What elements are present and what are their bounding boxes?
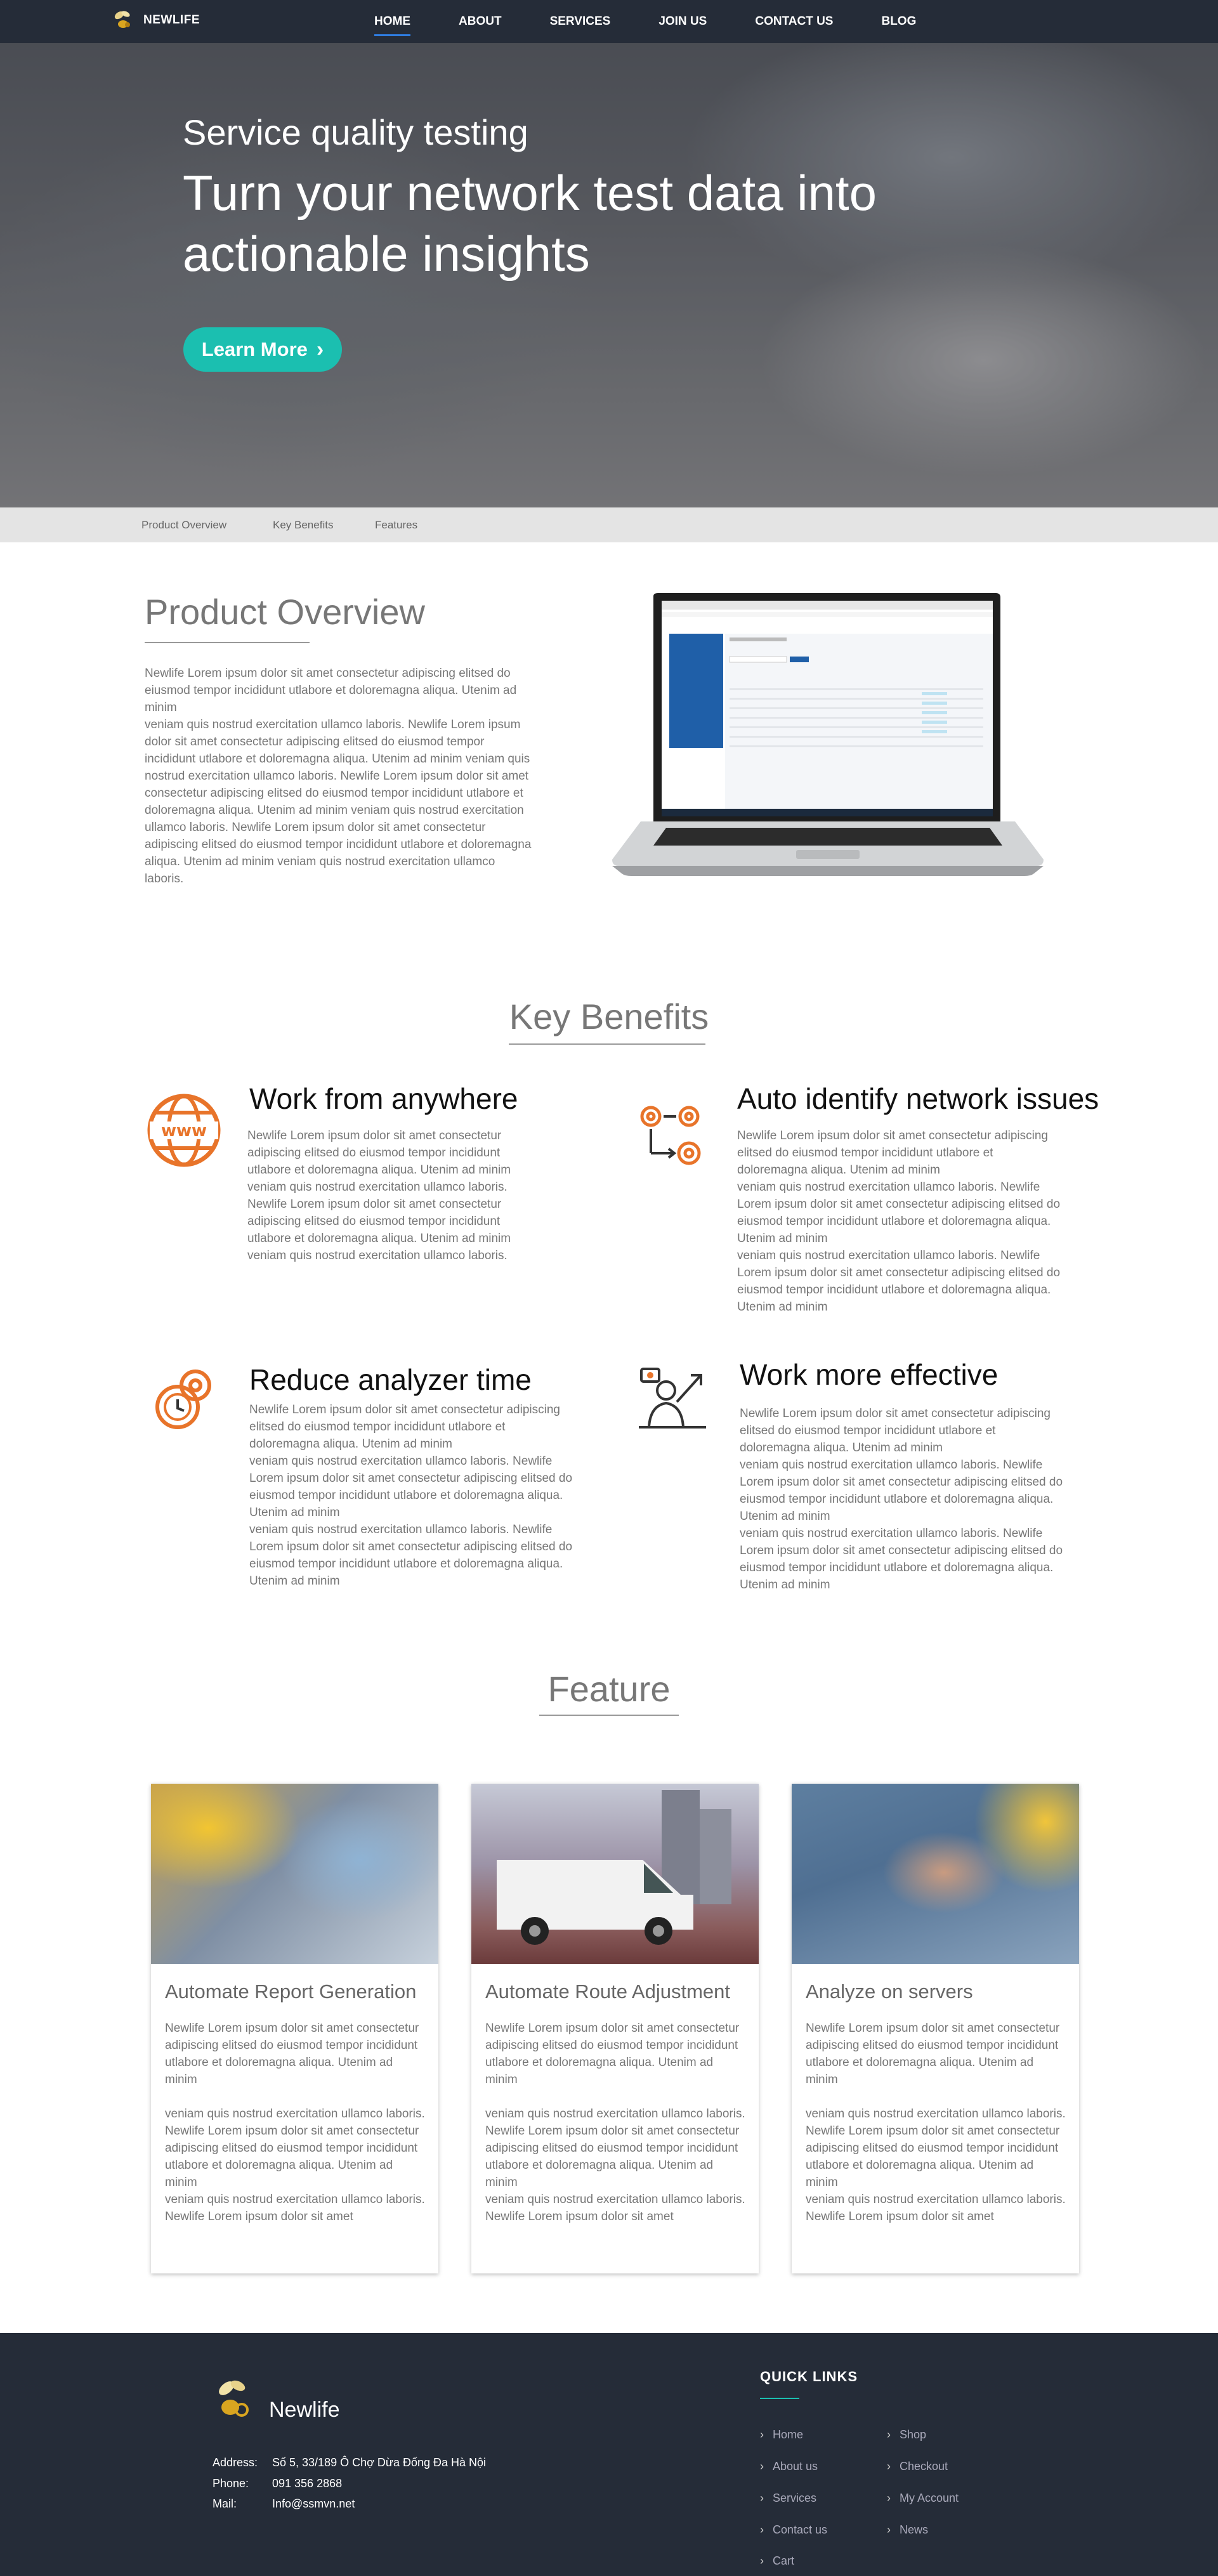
card-text: Newlife Lorem ipsum dolor sit amet conse…: [485, 2022, 745, 2223]
chevron-right-icon: ›: [887, 2492, 891, 2504]
benefit-text: Newlife Lorem ipsum dolor sit amet conse…: [740, 1407, 1063, 1592]
top-navbar: NEWLIFE HOME ABOUT SERVICES JOIN US CONT…: [0, 0, 1218, 43]
section-subnav: Product Overview Key Benefits Features: [0, 507, 1218, 542]
subnav-product-overview[interactable]: Product Overview: [141, 519, 226, 532]
site-footer: [0, 2333, 1218, 2576]
quick-links-title: QUICK LINKS: [760, 2369, 858, 2384]
subnav-key-benefits[interactable]: Key Benefits: [273, 519, 333, 532]
footer-link-news[interactable]: › News: [887, 2523, 928, 2537]
feature-card[interactable]: Automate Route Adjustment Newlife Lorem …: [471, 1784, 759, 2273]
footer-address: Address: Số 5, 33/189 Ô Chợ Dừa Đống Đa H…: [213, 2456, 487, 2469]
card-title: Automate Report Generation: [165, 1980, 417, 2003]
svg-text:www: www: [161, 1121, 207, 1141]
footer-link-contact-us[interactable]: › Contact us: [760, 2523, 827, 2537]
hero-subtitle: Service quality testing: [183, 112, 528, 152]
nav-contact-us[interactable]: CONTACT US: [755, 11, 833, 32]
quick-links-underline: [760, 2398, 799, 2399]
chevron-right-icon: ›: [887, 2523, 891, 2536]
chevron-right-icon: ›: [760, 2460, 764, 2473]
bee-logo-icon: [114, 11, 130, 28]
chevron-right-icon: ›: [887, 2460, 891, 2473]
benefit-text: Newlife Lorem ipsum dolor sit amet conse…: [737, 1129, 1061, 1314]
chevron-right-icon: ›: [760, 2554, 764, 2567]
benefit-text: Newlife Lorem ipsum dolor sit amet conse…: [247, 1129, 511, 1262]
gears-flow-icon: [640, 1106, 701, 1165]
chevron-right-icon: ›: [887, 2428, 891, 2441]
brand-logo[interactable]: NEWLIFE: [110, 8, 200, 33]
footer-brand-name: Newlife: [269, 2398, 340, 2422]
chevron-right-icon: ›: [316, 337, 324, 362]
feature-card[interactable]: Analyze on servers Newlife Lorem ipsum d…: [792, 1784, 1079, 2273]
title-underline: [145, 642, 310, 643]
main-menu: HOME ABOUT SERVICES JOIN US CONTACT US B…: [374, 0, 964, 43]
card-title: Automate Route Adjustment: [485, 1980, 731, 2003]
key-benefits-title: Key Benefits: [509, 997, 709, 1036]
van-illustration: [497, 1790, 731, 1945]
card-title: Analyze on servers: [806, 1980, 973, 2003]
feature-title: Feature: [547, 1669, 671, 1709]
learn-more-button[interactable]: Learn More ›: [183, 327, 342, 372]
nav-home[interactable]: HOME: [374, 11, 410, 36]
laptop-screenshot-image: [612, 593, 1044, 876]
footer-link-about-us[interactable]: › About us: [760, 2460, 818, 2473]
product-overview-title: Product Overview: [145, 592, 425, 632]
chevron-right-icon: ›: [760, 2428, 764, 2441]
product-overview-text: Newlife Lorem ipsum dolor sit amet conse…: [145, 667, 532, 886]
benefit-title-auto-identify: Auto identify network issues: [737, 1082, 1099, 1115]
gear-clock-icon: [155, 1370, 211, 1429]
footer-link-home[interactable]: › Home: [760, 2428, 803, 2442]
businessman-growth-icon: [639, 1368, 706, 1429]
footer-phone: Phone: 091 356 2868: [213, 2477, 343, 2490]
brand-name: NEWLIFE: [143, 13, 200, 27]
chevron-right-icon: ›: [760, 2523, 764, 2536]
subnav-features[interactable]: Features: [375, 519, 417, 532]
title-underline: [539, 1715, 679, 1716]
card-text: Newlife Lorem ipsum dolor sit amet conse…: [165, 2022, 425, 2223]
footer-link-checkout[interactable]: › Checkout: [887, 2460, 948, 2473]
footer-mail: Mail: Info@ssmvn.net: [213, 2497, 355, 2510]
nav-join-us[interactable]: JOIN US: [658, 11, 707, 32]
hero-banner: Service quality testing Turn your networ…: [0, 43, 1218, 507]
nav-blog[interactable]: BLOG: [881, 11, 916, 32]
nav-services[interactable]: SERVICES: [550, 11, 611, 32]
card-image-people-phones: [151, 1784, 438, 1964]
footer-link-cart[interactable]: › Cart: [760, 2554, 794, 2568]
footer-link-shop[interactable]: › Shop: [887, 2428, 926, 2442]
card-image-delivery-van: [471, 1784, 759, 1964]
bee-logo-icon: [219, 2380, 249, 2417]
hero-title: Turn your network test data into actiona…: [183, 165, 877, 282]
benefit-title-work-from-anywhere: Work from anywhere: [249, 1082, 518, 1115]
footer-link-services[interactable]: › Services: [760, 2492, 816, 2505]
title-underline: [509, 1043, 705, 1045]
benefit-text: Newlife Lorem ipsum dolor sit amet conse…: [249, 1403, 573, 1588]
globe-www-icon: www: [147, 1094, 221, 1167]
benefit-title-work-more-effective: Work more effective: [740, 1358, 999, 1391]
footer-link-my-account[interactable]: › My Account: [887, 2492, 959, 2505]
nav-about[interactable]: ABOUT: [459, 11, 502, 32]
card-text: Newlife Lorem ipsum dolor sit amet conse…: [806, 2022, 1066, 2223]
card-image-hands-phone: [792, 1784, 1079, 1964]
feature-card[interactable]: Automate Report Generation Newlife Lorem…: [151, 1784, 438, 2273]
learn-more-label: Learn More: [201, 338, 308, 360]
chevron-right-icon: ›: [760, 2492, 764, 2504]
benefit-title-reduce-analyzer: Reduce analyzer time: [249, 1363, 532, 1396]
